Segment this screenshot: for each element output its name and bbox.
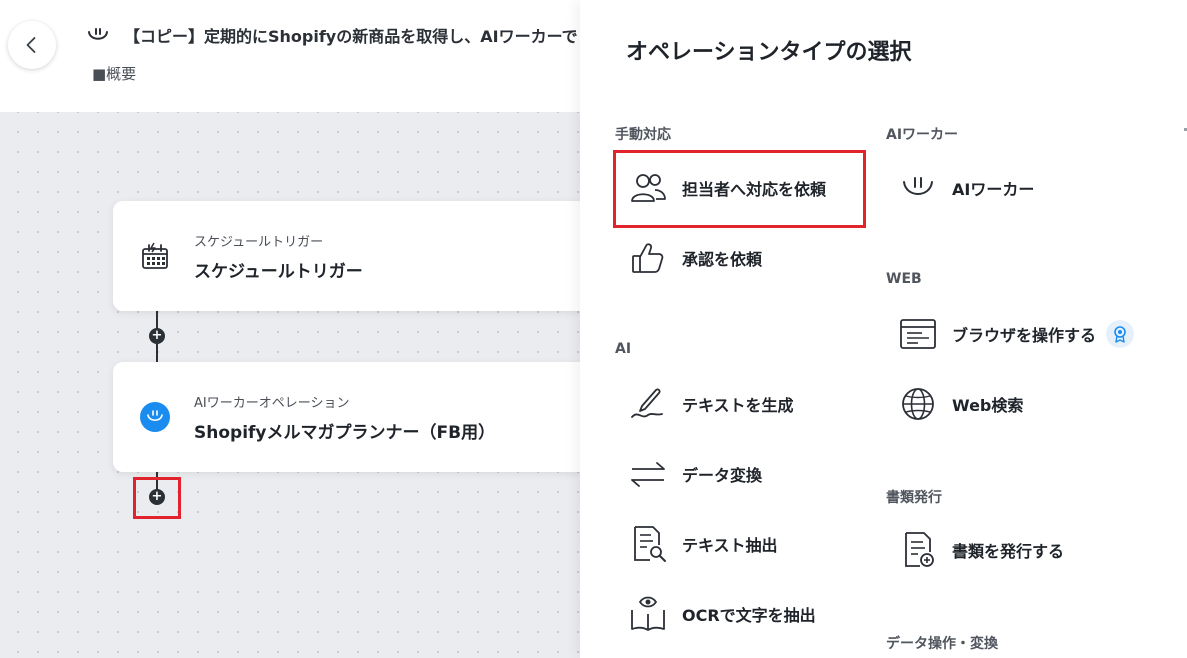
- section-label-documents: 書類発行: [886, 490, 942, 506]
- section-label-web: WEB: [886, 271, 922, 287]
- flow-title[interactable]: 【コピー】定期的にShopifyの新商品を取得し、AIワーカーで: [124, 23, 578, 47]
- section-label-data-ops: データ操作・変換: [886, 636, 998, 652]
- op-convert-data[interactable]: データ変換: [626, 444, 762, 504]
- trigger-card-subtitle: スケジュールトリガー: [194, 235, 324, 250]
- document-search-icon: [626, 522, 670, 566]
- highlight-box: [133, 477, 181, 519]
- document-add-icon: [896, 528, 940, 572]
- add-step-button[interactable]: +: [149, 328, 165, 344]
- trigger-card-title: スケジュールトリガー: [194, 262, 363, 282]
- op-ai-worker[interactable]: AIワーカー: [896, 158, 1034, 218]
- op-label: Web検索: [952, 396, 1024, 415]
- book-eye-icon: [626, 592, 670, 636]
- thumbs-up-icon: [626, 236, 670, 280]
- op-label: ブラウザを操作する: [952, 326, 1097, 345]
- operation-card-subtitle: AIワーカーオペレーション: [194, 396, 350, 411]
- section-label-ai-worker: AIワーカー: [886, 127, 959, 143]
- op-request-approval[interactable]: 承認を依頼: [626, 228, 762, 288]
- flow-header: 【コピー】定期的にShopifyの新商品を取得し、AIワーカーで ■概要: [0, 0, 580, 112]
- section-label-ai: AI: [615, 341, 632, 357]
- op-label: AIワーカー: [952, 180, 1035, 199]
- op-issue-document[interactable]: 書類を発行する: [896, 520, 1064, 580]
- op-browser-operation[interactable]: ブラウザを操作する: [896, 304, 1135, 364]
- op-label: 承認を依頼: [682, 250, 763, 269]
- ai-worker-icon: [896, 166, 940, 210]
- smile-icon: [88, 28, 108, 40]
- back-button[interactable]: [8, 21, 56, 69]
- flow-summary-heading: ■概要: [92, 65, 137, 83]
- globe-icon: [896, 382, 940, 426]
- ai-worker-operation-card[interactable]: AIワーカーオペレーション Shopifyメルマガプランナー（FB用）: [113, 362, 593, 472]
- op-label: テキストを生成: [682, 396, 794, 415]
- swap-arrows-icon: [626, 452, 670, 496]
- pen-icon: [626, 382, 670, 426]
- browser-icon: [896, 312, 940, 356]
- op-label: データ変換: [682, 466, 763, 485]
- op-extract-text[interactable]: テキスト抽出: [626, 514, 778, 574]
- panel-title: オペレーションタイプの選択: [626, 40, 912, 65]
- chevron-left-icon: [26, 37, 36, 53]
- flow-description-clipped: [92, 92, 572, 98]
- trigger-card[interactable]: スケジュールトリガー スケジュールトリガー: [113, 201, 593, 311]
- operation-card-title: Shopifyメルマガプランナー（FB用）: [194, 423, 496, 443]
- ai-worker-icon: [139, 401, 171, 433]
- highlight-box: [613, 150, 866, 228]
- op-web-search[interactable]: Web検索: [896, 374, 1023, 434]
- operation-type-panel: オペレーションタイプの選択 手動対応 担当者へ対応を依頼 承認を依頼 AI テキ…: [580, 0, 1187, 658]
- calendar-schedule-icon: [139, 240, 171, 272]
- award-icon: [1106, 320, 1135, 348]
- section-label-manual: 手動対応: [615, 127, 671, 143]
- op-label: 書類を発行する: [952, 542, 1065, 561]
- op-label: OCRで文字を抽出: [682, 606, 816, 625]
- op-generate-text[interactable]: テキストを生成: [626, 374, 794, 434]
- op-ocr-extract[interactable]: OCRで文字を抽出: [626, 584, 816, 644]
- op-label: テキスト抽出: [682, 536, 778, 555]
